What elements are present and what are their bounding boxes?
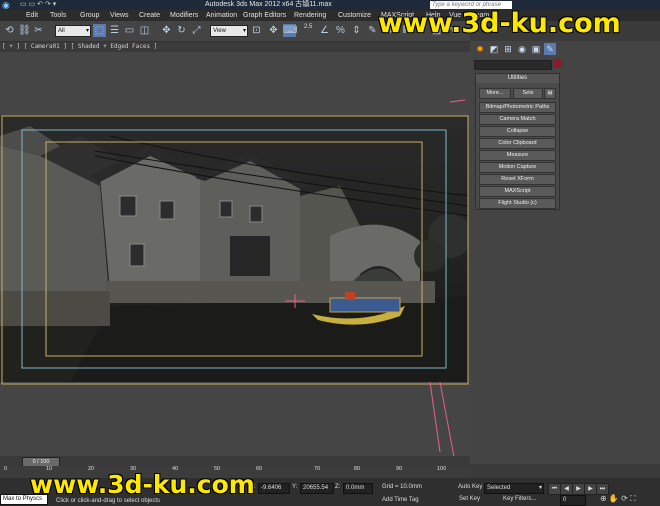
select-manipulate-icon[interactable]: ✥ <box>267 24 280 37</box>
rollout-title: Utilities <box>507 75 528 81</box>
utility-color-clipboard[interactable]: Color Clipboard <box>479 138 556 149</box>
chevron-down-icon: ▾ <box>538 485 542 491</box>
track-tick: 0 <box>4 466 8 472</box>
utility-camera-match[interactable]: Camera Match <box>479 114 556 125</box>
key-filters-button[interactable]: Key Filters... <box>503 496 536 502</box>
create-tab-icon[interactable]: ✹ <box>474 43 486 55</box>
chevron-down-icon: ▾ <box>242 28 246 34</box>
menu-customize[interactable]: Customize <box>338 10 371 21</box>
utility-motion-capture[interactable]: Motion Capture <box>479 162 556 173</box>
utilities-tab-icon[interactable]: ✎ <box>544 43 556 55</box>
utility-reset-xform[interactable]: Reset XForm <box>479 174 556 185</box>
display-tab-icon[interactable]: ▣ <box>530 43 542 55</box>
percent-snap-icon[interactable]: % <box>334 24 347 37</box>
z-label: Z: <box>335 484 341 490</box>
selection-filter-select[interactable]: All ▾ <box>55 25 91 37</box>
x-coordinate-field[interactable]: -9.6406 <box>258 483 290 494</box>
window-crossing-icon[interactable]: ◫ <box>138 24 151 37</box>
utility-flight-studio[interactable]: Flight Studio (c) <box>479 198 556 209</box>
y-coordinate-field[interactable]: 20655.54 <box>300 483 334 494</box>
playback-controls: ⏮ ◀ ▶ ▶ ⏭ <box>548 483 628 495</box>
auto-key-button[interactable]: Auto Key <box>458 484 482 490</box>
menu-edit[interactable]: Edit <box>26 10 38 21</box>
snap-toggle-label[interactable]: 2.5 <box>304 24 312 30</box>
set-key-button[interactable]: Set Key <box>459 496 480 502</box>
window-title: Autodesk 3ds Max 2012 x64 古镇11.max <box>205 1 332 8</box>
select-by-name-icon[interactable]: ☰ <box>108 24 121 37</box>
utility-collapse[interactable]: Collapse <box>479 126 556 137</box>
scale-icon[interactable]: ⤢ <box>190 24 203 37</box>
watermark-bottom: www.3d-ku.com <box>30 470 255 499</box>
reference-coord-value: View <box>213 28 226 34</box>
unlink-icon[interactable]: ✂ <box>32 24 45 37</box>
utility-maxscript[interactable]: MAXScript <box>479 186 556 197</box>
time-slider[interactable]: 0 / 100 <box>0 456 470 467</box>
keyboard-shortcut-icon[interactable]: ⌨ <box>283 24 297 37</box>
move-icon[interactable]: ✥ <box>160 24 173 37</box>
utility-measure[interactable]: Measure <box>479 150 556 161</box>
watermark-top: www.3d-ku.com <box>378 8 621 39</box>
select-object-icon[interactable]: ⬚ <box>93 24 106 37</box>
more-button[interactable]: More... <box>479 88 511 99</box>
menu-create[interactable]: Create <box>139 10 160 21</box>
viewport-overlays <box>1 99 469 462</box>
modify-tab-icon[interactable]: ◩ <box>488 43 500 55</box>
command-panel-tabs: ✹ ◩ ⊞ ◉ ▣ ✎ <box>474 43 564 55</box>
reference-coord-select[interactable]: View ▾ <box>210 25 248 37</box>
menu-group[interactable]: Group <box>80 10 99 21</box>
track-tick: 70 <box>314 466 321 472</box>
link-icon[interactable]: ⛓ <box>18 24 31 37</box>
sets-button[interactable]: Sets <box>513 88 543 99</box>
object-color-swatch[interactable] <box>553 59 561 68</box>
menu-modifiers[interactable]: Modifiers <box>170 10 198 21</box>
utilities-rollout-header[interactable]: Utilities <box>476 74 559 83</box>
utility-bitmap-photometric-paths[interactable]: Bitmap/Photometric Paths <box>479 102 556 113</box>
undo-icon[interactable]: ⟲ <box>3 24 16 37</box>
track-tick: 100 <box>437 466 447 472</box>
grid-size-text: Grid = 10.0mm <box>382 484 422 490</box>
key-mode-select[interactable]: Selected ▾ <box>484 483 544 494</box>
angle-snap-icon[interactable]: ∠ <box>318 24 331 37</box>
key-mode-value: Selected <box>487 485 511 491</box>
pivot-icon[interactable]: ⊡ <box>250 24 263 37</box>
current-frame-field[interactable]: 0 <box>560 495 586 506</box>
chevron-down-icon: ▾ <box>85 28 89 34</box>
menu-rendering[interactable]: Rendering <box>294 10 326 21</box>
app-logo-icon[interactable]: ◉ <box>2 0 12 10</box>
rotate-icon[interactable]: ↻ <box>175 24 188 37</box>
y-label: Y: <box>292 484 298 490</box>
add-time-tag-button[interactable]: Add Time Tag <box>382 497 419 503</box>
configure-button-sets-icon[interactable]: ▤ <box>544 88 556 99</box>
viewport-nav-icons[interactable]: ⊕ ✋ ⟳ ⛶ <box>600 494 636 504</box>
utilities-rollout: Utilities More... Sets ▤ Bitmap/Photomet… <box>475 73 560 210</box>
motion-tab-icon[interactable]: ◉ <box>516 43 528 55</box>
track-tick: 80 <box>354 466 361 472</box>
z-coordinate-field[interactable]: 0.0mm <box>343 483 373 494</box>
region-select-icon[interactable]: ▭ <box>123 24 136 37</box>
menu-tools[interactable]: Tools <box>50 10 66 21</box>
hierarchy-tab-icon[interactable]: ⊞ <box>502 43 514 55</box>
track-tick: 60 <box>256 466 263 472</box>
object-name-field[interactable] <box>474 60 552 70</box>
menu-graph-editors[interactable]: Graph Editors <box>243 10 286 21</box>
spinner-snap-icon[interactable]: ⇕ <box>350 24 363 37</box>
selection-filter-value: All <box>58 28 65 34</box>
command-panel: ✹ ◩ ⊞ ◉ ▣ ✎ Utilities More... Sets ▤ Bit… <box>470 41 660 464</box>
quick-access-icons[interactable]: ▭ ▭ ↶ ↷ ▾ <box>20 0 56 10</box>
viewport-label[interactable]: [ + ] [ Camera01 ] [ Shaded + Edged Face… <box>2 43 157 50</box>
menu-views[interactable]: Views <box>110 10 129 21</box>
track-tick: 90 <box>396 466 403 472</box>
menu-animation[interactable]: Animation <box>206 10 237 21</box>
